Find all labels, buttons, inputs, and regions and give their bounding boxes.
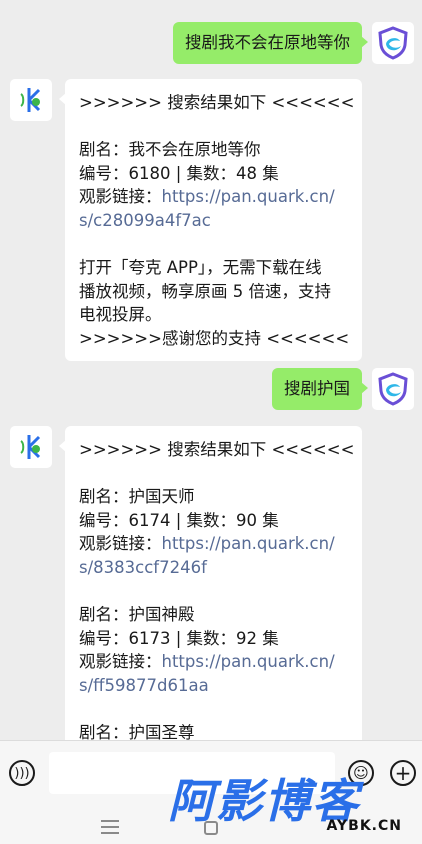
link-label: 观影链接： bbox=[79, 652, 162, 672]
bot-avatar[interactable] bbox=[10, 426, 52, 468]
message-line: 剧名：护国天师 bbox=[79, 487, 195, 507]
watermark-domain: AYBK.CN bbox=[326, 818, 402, 834]
link-label: 观影链接： bbox=[79, 534, 162, 554]
video-link[interactable]: s/ff59877d61aa bbox=[79, 674, 348, 698]
message-line: >>>>>> 搜索结果如下 <<<<<< bbox=[79, 440, 355, 459]
message-text: 搜剧我不会在原地等你 bbox=[185, 33, 350, 52]
message-line: 播放视频，畅享原画 5 倍速，支持 bbox=[79, 281, 331, 301]
bot-logo-icon bbox=[20, 88, 41, 112]
message-line: 剧名：我不会在原地等你 bbox=[79, 140, 261, 160]
message-line: 观影链接：https://pan.quark.cn/ bbox=[79, 532, 348, 556]
message-line: 剧名：护国神殿 bbox=[79, 605, 195, 625]
message-row: >>>>>> 搜索结果如下 <<<<<< 剧名：护国天师 编号：6174 | 集… bbox=[0, 426, 422, 740]
incoming-message-bubble[interactable]: >>>>>> 搜索结果如下 <<<<<< 剧名：我不会在原地等你 编号：6180… bbox=[59, 79, 362, 361]
video-link[interactable]: https://pan.quark.cn/ bbox=[162, 534, 335, 553]
message-line: >>>>>> 搜索结果如下 <<<<<< bbox=[79, 93, 355, 112]
message-line: 观影链接：https://pan.quark.cn/ bbox=[79, 185, 348, 209]
message-row: >>>>>> 搜索结果如下 <<<<<< 剧名：我不会在原地等你 编号：6180… bbox=[0, 79, 422, 361]
incoming-message-bubble[interactable]: >>>>>> 搜索结果如下 <<<<<< 剧名：护国天师 编号：6174 | 集… bbox=[59, 426, 362, 740]
message-line: >>>>>>感谢您的支持 <<<<<< bbox=[79, 328, 350, 348]
video-link[interactable]: https://pan.quark.cn/ bbox=[162, 187, 335, 206]
voice-button[interactable]: ))) bbox=[9, 760, 35, 786]
nav-menu-button[interactable] bbox=[101, 820, 119, 834]
video-link[interactable]: https://pan.quark.cn/ bbox=[162, 652, 335, 671]
shield-logo-icon bbox=[378, 26, 408, 60]
message-row: 搜剧护国 bbox=[0, 368, 422, 412]
outgoing-message-bubble[interactable]: 搜剧我不会在原地等你 bbox=[173, 22, 368, 64]
outgoing-message-bubble[interactable]: 搜剧护国 bbox=[272, 368, 368, 410]
video-link[interactable]: s/c28099a4f7ac bbox=[79, 209, 348, 233]
user-avatar[interactable] bbox=[372, 368, 414, 410]
bot-avatar[interactable] bbox=[10, 79, 52, 121]
message-line: 打开「夸克 APP」，无需下载在线 bbox=[79, 258, 322, 278]
message-line: 编号：6180 | 集数：48 集 bbox=[79, 163, 279, 183]
user-avatar[interactable] bbox=[372, 22, 414, 64]
message-line: 剧名：护国圣尊 bbox=[79, 723, 195, 740]
bot-logo-icon bbox=[20, 435, 41, 459]
watermark-logo: 阿影博客 AYBK.CN bbox=[168, 776, 408, 838]
message-row: 搜剧我不会在原地等你 bbox=[0, 22, 422, 66]
message-line: 编号：6173 | 集数：92 集 bbox=[79, 628, 279, 648]
message-text: 搜剧护国 bbox=[284, 379, 350, 398]
message-line: 编号：6174 | 集数：90 集 bbox=[79, 510, 279, 530]
shield-logo-icon bbox=[378, 372, 408, 406]
video-link[interactable]: s/8383ccf7246f bbox=[79, 556, 348, 580]
message-line: 电视投屏。 bbox=[79, 305, 162, 325]
voice-icon: ))) bbox=[14, 765, 30, 781]
chat-area[interactable]: 搜剧我不会在原地等你 >>>>>> 搜索结果如下 <<<<<< 剧名：我不会在原… bbox=[0, 0, 422, 740]
link-label: 观影链接： bbox=[79, 187, 162, 207]
message-line: 观影链接：https://pan.quark.cn/ bbox=[79, 650, 348, 674]
